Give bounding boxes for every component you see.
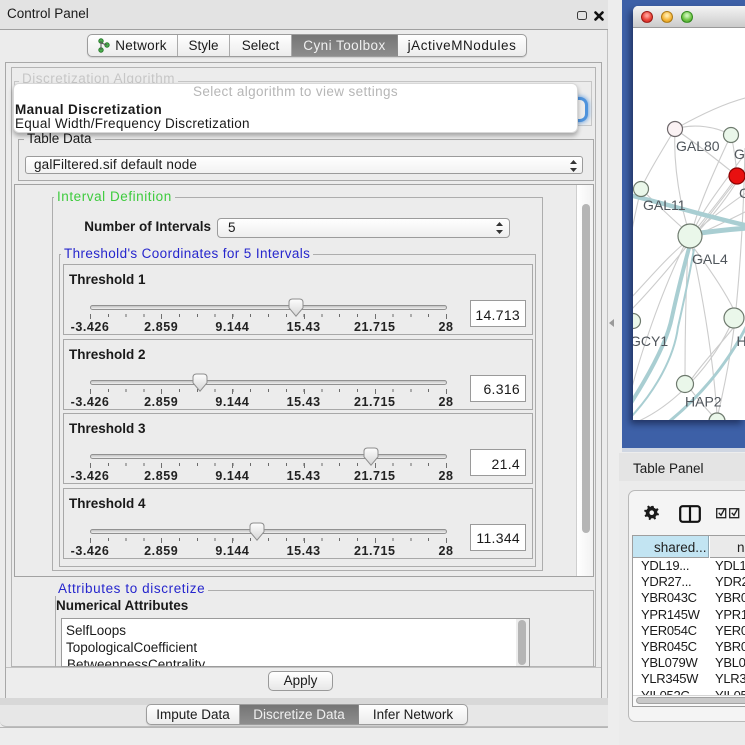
svg-text:C: C (739, 185, 745, 201)
svg-text:GCY1: GCY1 (633, 333, 668, 349)
svg-text:GAL11: GAL11 (643, 197, 686, 213)
svg-text:GAL4: GAL4 (692, 251, 728, 267)
svg-text:H: H (737, 333, 745, 349)
svg-text:GAL80: GAL80 (676, 138, 720, 154)
svg-text:G.: G. (734, 146, 745, 162)
svg-text:HAP2: HAP2 (685, 394, 722, 410)
